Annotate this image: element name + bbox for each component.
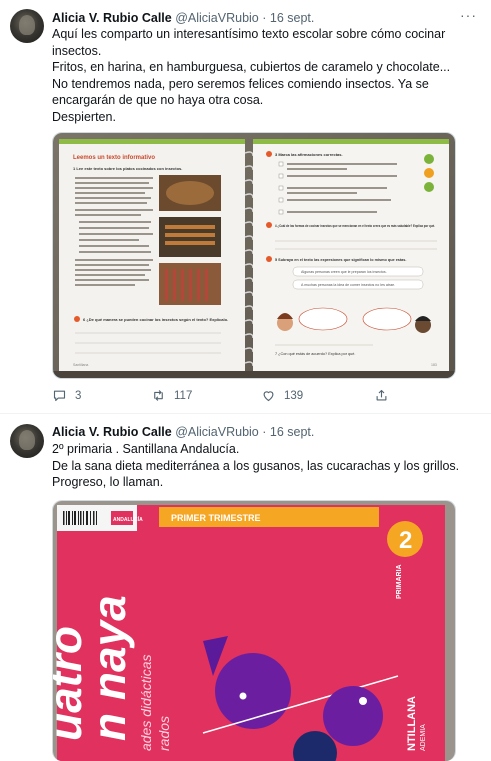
tweet-text-line: De la sana dieta mediterránea a los gusa… <box>52 458 460 473</box>
author-handle[interactable]: @AliciaVRubio <box>175 11 259 25</box>
cover-title-2: n naya <box>83 595 135 741</box>
tweet-text-line: Despierten. <box>52 109 116 124</box>
tweet-text-line: Fritos, en harina, en hamburguesa, cubie… <box>52 60 451 75</box>
avatar[interactable] <box>10 9 44 43</box>
dot-separator: · <box>262 11 267 25</box>
tweet-image-textbook-pages[interactable]: Leemos un texto informativo 1 Lee este t… <box>52 132 456 379</box>
right-question-3: 3 Marca las afirmaciones correctas. <box>275 152 343 157</box>
tweet-text: Aquí les comparto un interesantísimo tex… <box>52 26 472 126</box>
like-count: 139 <box>284 389 304 402</box>
reply-button[interactable]: 3 <box>52 388 81 403</box>
author-name[interactable]: Alicia V. Rubio Calle <box>52 11 172 25</box>
tweet-header: Alicia V. Rubio Calle @AliciaVRubio · 16… <box>52 10 314 26</box>
right-question-5: 5 Subraya en el texto las expresiones qu… <box>275 258 406 262</box>
retweet-count: 117 <box>174 389 193 402</box>
tweet-date[interactable]: 16 sept. <box>270 425 314 439</box>
decorative-circle <box>215 653 291 729</box>
left-page-footer: Santillana <box>73 363 88 367</box>
tweet-text-line: insectos. <box>52 43 102 58</box>
reply-icon <box>53 390 66 402</box>
more-options-icon[interactable]: ··· <box>460 7 477 23</box>
share-button[interactable] <box>374 388 389 403</box>
publisher-sub: ADEMIA <box>420 724 427 751</box>
tweet-image-textbook-cover[interactable]: ANDALUCÍA PRIMER TRIMESTRE 2 PRIMARIA ua… <box>52 500 456 761</box>
tweet-text-line: 2º primaria . Santillana Andalucía. <box>52 442 240 456</box>
author-handle[interactable]: @AliciaVRubio <box>175 425 259 439</box>
region-label: ANDALUCÍA <box>113 515 143 523</box>
tweet-text: 2º primaria . Santillana Andalucía. De l… <box>52 441 472 491</box>
tweet-1[interactable]: Alicia V. Rubio Calle @AliciaVRubio · 16… <box>0 0 491 405</box>
avatar[interactable] <box>10 424 44 458</box>
tweet-text-line: encargarán de que no haya otra cosa. <box>52 93 264 108</box>
textbook-cover-photo: ANDALUCÍA PRIMER TRIMESTRE 2 PRIMARIA ua… <box>53 501 455 761</box>
reply-count: 3 <box>75 389 82 402</box>
author-name[interactable]: Alicia V. Rubio Calle <box>52 425 172 439</box>
right-question-7: 7 ¿Con qué estás de acuerdo? Explica por… <box>275 352 355 356</box>
retweet-icon <box>154 390 163 401</box>
right-question-4: 4 ¿Cuál de las formas de cocinar insecto… <box>275 224 435 228</box>
retweet-button[interactable]: 117 <box>151 388 192 403</box>
tweet-date[interactable]: 16 sept. <box>270 11 314 25</box>
decorative-circle-2 <box>323 686 383 746</box>
left-page-title: Leemos un texto informativo <box>73 155 155 161</box>
textbook-photo: Leemos un texto informativo 1 Lee este t… <box>53 133 455 378</box>
term-banner: PRIMER TRIMESTRE <box>171 513 261 523</box>
answer-option-2: A muchas personas la idea de comer insec… <box>301 283 395 287</box>
answer-option-1: Algunas personas creen que le preparan l… <box>301 270 387 274</box>
publisher-name: NTILLANA <box>406 696 418 751</box>
tweet-2[interactable]: Alicia V. Rubio Calle @AliciaVRubio · 16… <box>0 414 491 761</box>
tweet-text-line: Progreso, lo llaman. <box>52 475 164 490</box>
grade-number: 2 <box>399 527 412 554</box>
cover-subtitle-1: ades didácticas <box>138 654 154 751</box>
like-button[interactable]: 139 <box>261 388 303 403</box>
right-page-number: 183 <box>431 363 437 367</box>
tweet-text-line: No tendremos nada, pero seremos felices … <box>52 76 429 91</box>
cover-subtitle-2: rados <box>156 716 172 751</box>
tweet-text-line: Aquí les comparto un interesantísimo tex… <box>52 27 446 41</box>
level-label: PRIMARIA <box>396 564 403 599</box>
dot-separator: · <box>262 425 267 439</box>
left-question-6: 6 ¿De qué manera se pueden cocinar los i… <box>83 317 228 322</box>
tweet-actions: 3 117 139 <box>52 388 472 408</box>
heart-icon <box>263 391 274 402</box>
left-question-1: 1 Lee este texto sobre los platos cocina… <box>73 166 182 171</box>
share-icon <box>376 389 387 401</box>
tweet-header: Alicia V. Rubio Calle @AliciaVRubio · 16… <box>52 424 314 440</box>
